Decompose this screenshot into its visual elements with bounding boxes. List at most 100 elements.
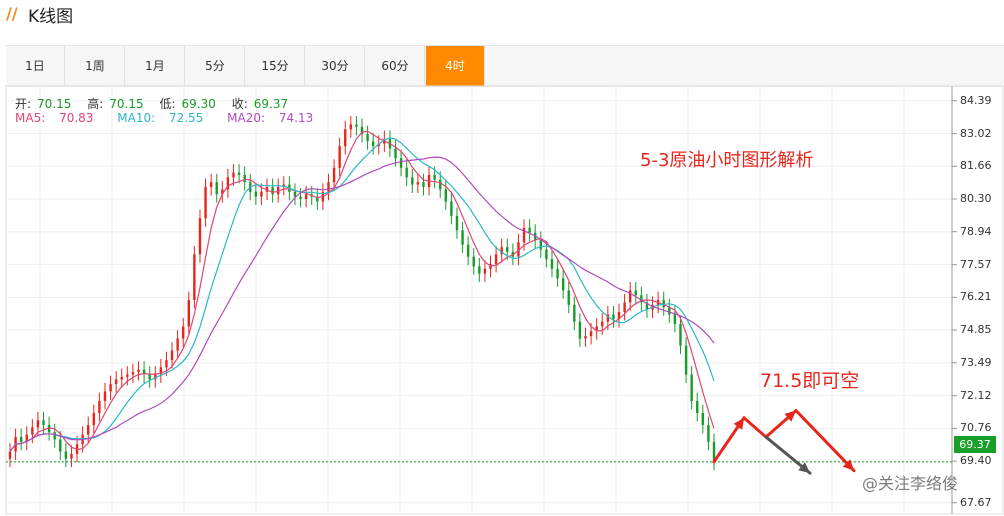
candle-body [243,174,246,183]
candle-body [494,254,498,264]
watermark: @关注李络俊 [862,474,959,493]
candle-body [472,256,475,267]
candle-body [612,314,615,320]
y-tick-label: 67.67 [960,495,992,509]
candle-body [433,174,436,180]
candle-body [696,400,699,414]
candle-body [662,300,665,308]
candle-body [550,259,554,269]
candle-body [466,244,470,257]
candle-body [545,249,548,260]
candle-body [237,172,241,175]
candle-body [344,129,347,147]
y-tick-label: 69.40 [960,454,992,468]
candle-body [103,391,107,401]
ma-legend: MA5: 70.83 MA10: 72.55 MA20: 74.13 [15,111,333,125]
candle-body [701,413,705,426]
candle-body [478,266,481,274]
candle-body [293,191,297,197]
candle-body [148,374,151,380]
candle-body [349,124,353,130]
candle-body [405,167,408,178]
candle-body [634,290,637,296]
ohlc-legend: 开: 70.15 高: 70.15 低: 69.30 收: 69.37 [15,95,300,112]
close-label: 收: [231,97,248,111]
candle-body [539,239,542,250]
candle-body [707,425,710,442]
candle-body [299,196,302,200]
candle-body [673,314,677,325]
candle-body [584,336,587,339]
candle-body [19,437,23,442]
candle-body [601,321,604,327]
y-tick-label: 81.66 [960,159,992,173]
candle-body [187,300,190,327]
candle-body [36,420,40,428]
candle-body [176,338,179,351]
candle-body [98,400,101,414]
candle-body [679,324,682,346]
candle-body [561,278,565,291]
candle-body [623,302,626,313]
candle-body [92,413,96,426]
candle-body [114,379,118,385]
candle-body [366,134,369,142]
high-value: 70.15 [109,97,144,111]
candle-body [59,439,62,452]
y-tick-label: 73.49 [960,355,992,369]
candle-body [131,372,135,375]
y-tick-label: 80.30 [960,192,992,205]
candle-body [137,369,140,373]
candle-body [170,350,174,361]
candle-body [371,141,375,147]
close-value: 69.37 [253,97,289,111]
candle-body [260,191,263,197]
open-label: 开: [15,97,32,111]
y-tick-label: 77.57 [960,257,992,271]
low-label: 低: [159,97,176,111]
candle-body [416,182,420,185]
candle-body [193,254,196,300]
ma5-line [9,130,715,452]
candle-body [271,186,274,195]
candle-body [232,172,235,178]
target-annotation: 71.5即可空 [760,370,860,392]
candle-body [355,124,358,127]
candle-body [690,374,693,401]
candle-body [120,376,123,380]
y-tick-label: 72.12 [960,388,992,402]
candle-body [42,420,45,426]
candle-body [64,451,68,459]
ma20-line [9,156,715,452]
candle-body [455,215,459,231]
ma10-line [9,137,715,452]
plot-border [5,85,1004,515]
candle-body [399,158,403,168]
candle-body [556,268,559,279]
candle-body [53,432,56,440]
candle-body [461,230,464,245]
candle-body [165,360,168,368]
candle-body [8,451,12,459]
low-value: 69.30 [181,97,216,111]
candle-body [87,425,90,435]
candle-body [394,148,397,159]
candlestick-chart [5,85,1004,515]
candle-body [567,290,570,305]
candle-body [338,146,341,168]
candle-body [506,247,509,252]
candle-body [204,186,207,219]
high-label: 高: [87,97,104,111]
ma5-value: 70.83 [59,111,94,125]
candle-body [422,182,425,187]
y-tick-label: 76.21 [960,290,992,304]
candle-body [31,427,34,435]
candle-body [198,218,202,255]
candle-body [439,179,442,190]
candle-body [109,384,112,392]
candle-body [304,194,308,200]
candle-body [483,268,487,274]
open-value: 70.15 [37,97,72,111]
current-price-tag: 69.37 [954,436,996,453]
candle-body [327,182,330,192]
